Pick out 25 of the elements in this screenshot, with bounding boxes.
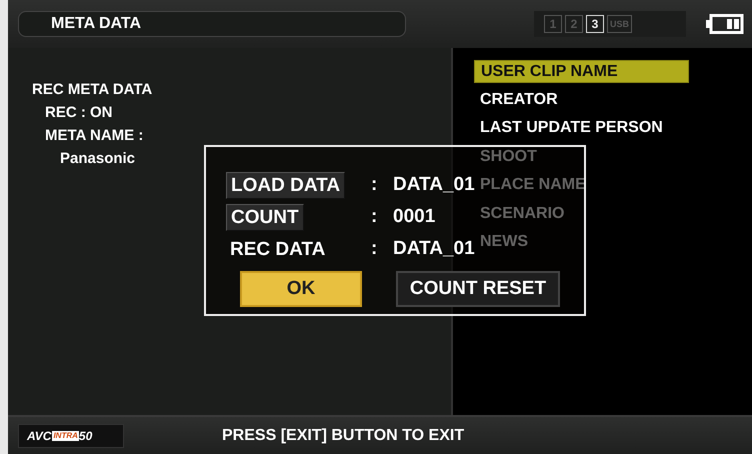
field-value: DATA_01 bbox=[393, 174, 475, 196]
setting-text: REC : ON bbox=[44, 103, 114, 123]
media-slot-indicator: 3 bbox=[586, 15, 604, 33]
menu-item[interactable]: LAST UPDATE PERSON bbox=[474, 117, 663, 140]
field-value: 0001 bbox=[393, 206, 436, 228]
screen-title: META DATA bbox=[18, 11, 406, 37]
menu-item[interactable]: USER CLIP NAME bbox=[474, 60, 689, 82]
instruction-text: PRESS [EXIT] BUTTON TO EXIT bbox=[222, 426, 464, 444]
separator-text: : bbox=[371, 206, 378, 228]
reset-button[interactable]: COUNT RESET bbox=[396, 271, 560, 307]
media-slot-indicator: 2 bbox=[565, 15, 583, 33]
battery-icon bbox=[706, 14, 744, 34]
media-slot-indicator: 1 bbox=[544, 15, 562, 33]
menu-item[interactable]: CREATOR bbox=[474, 88, 558, 111]
media-slot-indicator: USB bbox=[607, 15, 632, 33]
separator-text: : bbox=[371, 174, 378, 196]
option-button[interactable]: COUNT bbox=[226, 204, 304, 230]
option-button[interactable]: LOAD DATA bbox=[226, 172, 346, 198]
ok-button[interactable]: OK bbox=[240, 271, 362, 307]
field-value: DATA_01 bbox=[393, 238, 475, 260]
separator-text: : bbox=[371, 238, 378, 260]
field-label: REC DATA bbox=[229, 238, 326, 262]
meta-name-value: Panasonic bbox=[59, 149, 136, 169]
section-heading: REC META DATA bbox=[32, 80, 154, 100]
setting-text: META NAME : bbox=[44, 126, 144, 146]
